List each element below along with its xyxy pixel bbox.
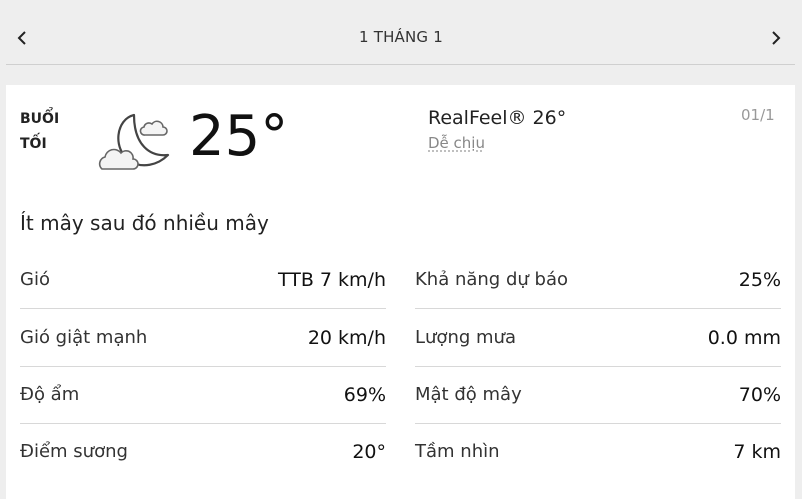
- date-title: 1 THÁNG 1: [359, 28, 443, 46]
- detail-label: Tầm nhìn: [415, 441, 500, 462]
- detail-row-wind: Gió TTB 7 km/h: [20, 251, 386, 309]
- temperature: 25°: [189, 104, 289, 169]
- detail-value: 70%: [738, 383, 781, 406]
- detail-label: Gió giật mạnh: [20, 327, 148, 348]
- detail-label: Độ ẩm: [20, 384, 80, 405]
- card-date: 01/1: [741, 106, 775, 124]
- detail-row-cloud-cover: Mật độ mây 70%: [415, 366, 781, 424]
- detail-label: Lượng mưa: [415, 327, 516, 348]
- partly-cloudy-night-icon: [98, 113, 170, 170]
- detail-value: 25%: [738, 268, 781, 291]
- detail-value: 0.0 mm: [707, 326, 781, 349]
- detail-value: 69%: [343, 383, 386, 406]
- detail-row-precip-probability: Khả năng dự báo 25%: [415, 251, 781, 309]
- detail-row-precipitation: Lượng mưa 0.0 mm: [415, 309, 781, 367]
- detail-label: Gió: [20, 269, 50, 290]
- realfeel-phrase[interactable]: Dễ chịu: [428, 134, 485, 152]
- detail-label: Điểm sương: [20, 441, 128, 462]
- date-navigation-bar: 1 THÁNG 1: [0, 0, 802, 64]
- period-label: BUỔI TỐI: [20, 111, 60, 152]
- detail-value: 20°: [352, 440, 386, 463]
- next-day-button[interactable]: [764, 24, 788, 52]
- detail-row-humidity: Độ ẩm 69%: [20, 366, 386, 424]
- detail-value: TTB 7 km/h: [277, 268, 386, 291]
- detail-row-visibility: Tầm nhìn 7 km: [415, 423, 781, 480]
- detail-value: 7 km: [733, 440, 781, 463]
- forecast-card: BUỔI TỐI 25° RealFeel® 26° Dễ chịu 01/1 …: [6, 85, 795, 499]
- chevron-right-icon: [772, 31, 781, 45]
- weather-phrase: Ít mây sau đó nhiều mây: [20, 211, 269, 235]
- detail-label: Mật độ mây: [415, 384, 522, 405]
- detail-row-dew-point: Điểm sương 20°: [20, 423, 386, 480]
- detail-label: Khả năng dự báo: [415, 269, 568, 290]
- detail-value: 20 km/h: [307, 326, 386, 349]
- realfeel-value: RealFeel® 26°: [428, 107, 567, 129]
- detail-row-wind-gust: Gió giật mạnh 20 km/h: [20, 309, 386, 367]
- header-divider: [6, 64, 795, 65]
